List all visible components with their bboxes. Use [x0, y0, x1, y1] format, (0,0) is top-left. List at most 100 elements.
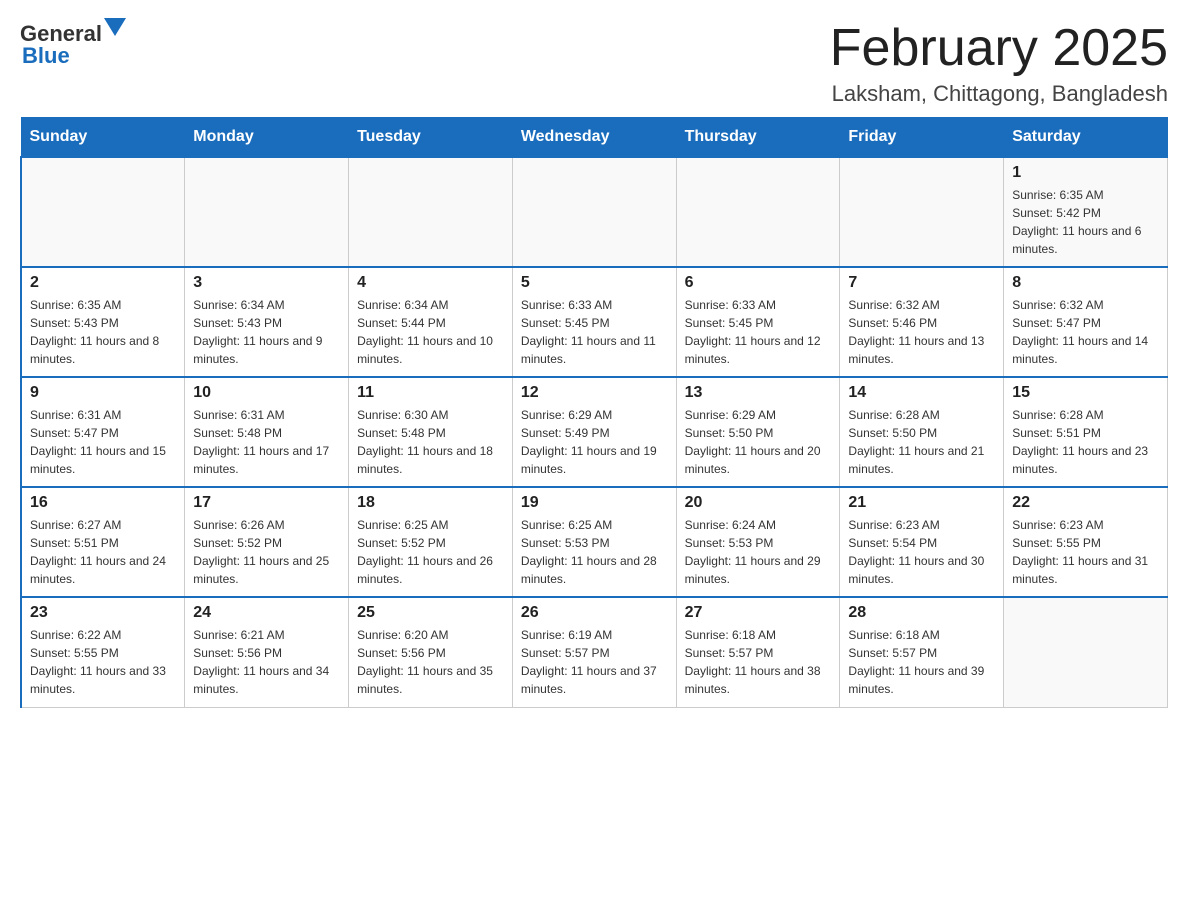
calendar-cell: 11 Sunrise: 6:30 AM Sunset: 5:48 PM Dayli…	[349, 377, 513, 487]
day-number: 20	[685, 494, 832, 512]
header-thursday: Thursday	[676, 118, 840, 158]
day-number: 3	[193, 274, 340, 292]
day-info: Sunrise: 6:23 AM Sunset: 5:55 PM Dayligh…	[1012, 516, 1159, 588]
title-block: February 2025 Laksham, Chittagong, Bangl…	[830, 20, 1168, 107]
day-info: Sunrise: 6:33 AM Sunset: 5:45 PM Dayligh…	[521, 296, 668, 368]
calendar-cell: 14 Sunrise: 6:28 AM Sunset: 5:50 PM Dayli…	[840, 377, 1004, 487]
day-info: Sunrise: 6:19 AM Sunset: 5:57 PM Dayligh…	[521, 626, 668, 698]
calendar-cell: 27 Sunrise: 6:18 AM Sunset: 5:57 PM Dayli…	[676, 597, 840, 707]
day-number: 12	[521, 384, 668, 402]
calendar-cell: 9 Sunrise: 6:31 AM Sunset: 5:47 PM Daylig…	[21, 377, 185, 487]
calendar-cell	[185, 157, 349, 267]
day-info: Sunrise: 6:20 AM Sunset: 5:56 PM Dayligh…	[357, 626, 504, 698]
calendar-week-row: 23 Sunrise: 6:22 AM Sunset: 5:55 PM Dayli…	[21, 597, 1168, 707]
calendar-cell: 2 Sunrise: 6:35 AM Sunset: 5:43 PM Daylig…	[21, 267, 185, 377]
calendar-week-row: 9 Sunrise: 6:31 AM Sunset: 5:47 PM Daylig…	[21, 377, 1168, 487]
day-number: 22	[1012, 494, 1159, 512]
day-info: Sunrise: 6:34 AM Sunset: 5:43 PM Dayligh…	[193, 296, 340, 368]
calendar-cell: 24 Sunrise: 6:21 AM Sunset: 5:56 PM Dayli…	[185, 597, 349, 707]
day-info: Sunrise: 6:34 AM Sunset: 5:44 PM Dayligh…	[357, 296, 504, 368]
header-wednesday: Wednesday	[512, 118, 676, 158]
calendar-cell: 20 Sunrise: 6:24 AM Sunset: 5:53 PM Dayli…	[676, 487, 840, 597]
calendar-week-row: 16 Sunrise: 6:27 AM Sunset: 5:51 PM Dayli…	[21, 487, 1168, 597]
calendar-cell: 13 Sunrise: 6:29 AM Sunset: 5:50 PM Dayli…	[676, 377, 840, 487]
day-number: 17	[193, 494, 340, 512]
day-number: 1	[1012, 164, 1159, 182]
day-info: Sunrise: 6:35 AM Sunset: 5:43 PM Dayligh…	[30, 296, 176, 368]
calendar-cell: 19Sunrise: 6:25 AM Sunset: 5:53 PM Dayli…	[512, 487, 676, 597]
calendar-cell: 18Sunrise: 6:25 AM Sunset: 5:52 PM Dayli…	[349, 487, 513, 597]
calendar-cell: 17 Sunrise: 6:26 AM Sunset: 5:52 PM Dayli…	[185, 487, 349, 597]
calendar-cell: 28 Sunrise: 6:18 AM Sunset: 5:57 PM Dayli…	[840, 597, 1004, 707]
location-subtitle: Laksham, Chittagong, Bangladesh	[830, 81, 1168, 107]
day-info: Sunrise: 6:33 AM Sunset: 5:45 PM Dayligh…	[685, 296, 832, 368]
day-number: 8	[1012, 274, 1159, 292]
header-friday: Friday	[840, 118, 1004, 158]
calendar-cell	[676, 157, 840, 267]
day-info: Sunrise: 6:29 AM Sunset: 5:49 PM Dayligh…	[521, 406, 668, 478]
page-header: General Blue February 2025 Laksham, Chit…	[20, 20, 1168, 107]
day-number: 18	[357, 494, 504, 512]
day-number: 10	[193, 384, 340, 402]
day-number: 9	[30, 384, 176, 402]
day-number: 21	[848, 494, 995, 512]
day-info: Sunrise: 6:22 AM Sunset: 5:55 PM Dayligh…	[30, 626, 176, 698]
calendar-cell: 25 Sunrise: 6:20 AM Sunset: 5:56 PM Dayli…	[349, 597, 513, 707]
day-info: Sunrise: 6:35 AM Sunset: 5:42 PM Dayligh…	[1012, 186, 1159, 258]
calendar-cell: 26 Sunrise: 6:19 AM Sunset: 5:57 PM Dayli…	[512, 597, 676, 707]
calendar-cell: 5 Sunrise: 6:33 AM Sunset: 5:45 PM Daylig…	[512, 267, 676, 377]
day-number: 27	[685, 604, 832, 622]
day-number: 19	[521, 494, 668, 512]
day-number: 13	[685, 384, 832, 402]
day-number: 26	[521, 604, 668, 622]
logo-triangle-icon	[104, 18, 126, 40]
day-number: 11	[357, 384, 504, 402]
day-number: 25	[357, 604, 504, 622]
day-info: Sunrise: 6:28 AM Sunset: 5:51 PM Dayligh…	[1012, 406, 1159, 478]
day-info: Sunrise: 6:26 AM Sunset: 5:52 PM Dayligh…	[193, 516, 340, 588]
day-number: 28	[848, 604, 995, 622]
calendar-cell: 7Sunrise: 6:32 AM Sunset: 5:46 PM Daylig…	[840, 267, 1004, 377]
day-info: Sunrise: 6:21 AM Sunset: 5:56 PM Dayligh…	[193, 626, 340, 698]
day-number: 5	[521, 274, 668, 292]
day-number: 15	[1012, 384, 1159, 402]
day-number: 4	[357, 274, 504, 292]
calendar-cell	[349, 157, 513, 267]
calendar-cell: 4 Sunrise: 6:34 AM Sunset: 5:44 PM Daylig…	[349, 267, 513, 377]
header-saturday: Saturday	[1004, 118, 1168, 158]
day-number: 23	[30, 604, 176, 622]
day-info: Sunrise: 6:32 AM Sunset: 5:46 PM Dayligh…	[848, 296, 995, 368]
day-info: Sunrise: 6:18 AM Sunset: 5:57 PM Dayligh…	[848, 626, 995, 698]
calendar-cell: 12 Sunrise: 6:29 AM Sunset: 5:49 PM Dayli…	[512, 377, 676, 487]
header-monday: Monday	[185, 118, 349, 158]
calendar-cell: 23 Sunrise: 6:22 AM Sunset: 5:55 PM Dayli…	[21, 597, 185, 707]
day-info: Sunrise: 6:31 AM Sunset: 5:47 PM Dayligh…	[30, 406, 176, 478]
day-number: 24	[193, 604, 340, 622]
calendar-cell: 15 Sunrise: 6:28 AM Sunset: 5:51 PM Dayli…	[1004, 377, 1168, 487]
day-number: 2	[30, 274, 176, 292]
day-info: Sunrise: 6:18 AM Sunset: 5:57 PM Dayligh…	[685, 626, 832, 698]
month-title: February 2025	[830, 20, 1168, 77]
calendar-cell	[21, 157, 185, 267]
calendar-cell: 16 Sunrise: 6:27 AM Sunset: 5:51 PM Dayli…	[21, 487, 185, 597]
day-info: Sunrise: 6:30 AM Sunset: 5:48 PM Dayligh…	[357, 406, 504, 478]
calendar-cell: 10 Sunrise: 6:31 AM Sunset: 5:48 PM Dayli…	[185, 377, 349, 487]
day-info: Sunrise: 6:32 AM Sunset: 5:47 PM Dayligh…	[1012, 296, 1159, 368]
day-info: Sunrise: 6:28 AM Sunset: 5:50 PM Dayligh…	[848, 406, 995, 478]
day-number: 6	[685, 274, 832, 292]
day-info: Sunrise: 6:24 AM Sunset: 5:53 PM Dayligh…	[685, 516, 832, 588]
logo: General Blue	[20, 20, 126, 69]
day-number: 14	[848, 384, 995, 402]
calendar-cell: 22 Sunrise: 6:23 AM Sunset: 5:55 PM Dayli…	[1004, 487, 1168, 597]
calendar-week-row: 2 Sunrise: 6:35 AM Sunset: 5:43 PM Daylig…	[21, 267, 1168, 377]
day-info: Sunrise: 6:27 AM Sunset: 5:51 PM Dayligh…	[30, 516, 176, 588]
calendar-cell: 21Sunrise: 6:23 AM Sunset: 5:54 PM Dayli…	[840, 487, 1004, 597]
calendar-table: SundayMondayTuesdayWednesdayThursdayFrid…	[20, 117, 1168, 708]
calendar-cell: 6 Sunrise: 6:33 AM Sunset: 5:45 PM Daylig…	[676, 267, 840, 377]
calendar-cell: 8 Sunrise: 6:32 AM Sunset: 5:47 PM Daylig…	[1004, 267, 1168, 377]
day-number: 16	[30, 494, 176, 512]
calendar-cell: 1 Sunrise: 6:35 AM Sunset: 5:42 PM Daylig…	[1004, 157, 1168, 267]
day-info: Sunrise: 6:31 AM Sunset: 5:48 PM Dayligh…	[193, 406, 340, 478]
header-sunday: Sunday	[21, 118, 185, 158]
day-info: Sunrise: 6:29 AM Sunset: 5:50 PM Dayligh…	[685, 406, 832, 478]
